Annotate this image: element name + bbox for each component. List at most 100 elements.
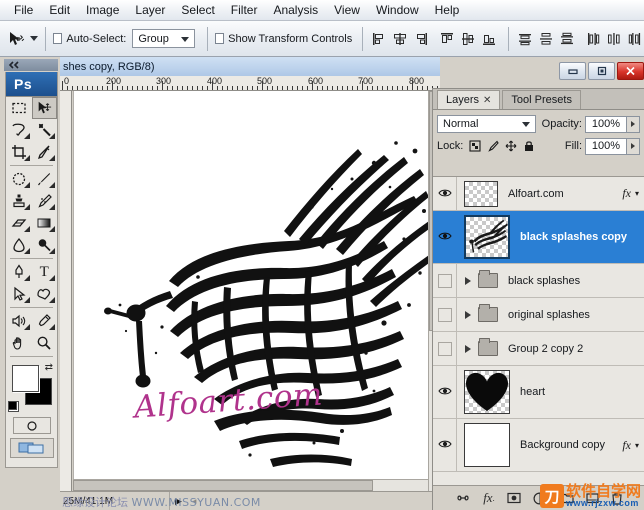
delete-layer-button[interactable] [611,492,623,505]
tool-pen[interactable] [6,261,32,283]
tool-spot-healing-brush[interactable] [6,168,32,190]
tool-audio-annotation[interactable] [6,310,32,332]
layer-list[interactable]: Alfoart.com fx ▾ [433,176,644,486]
menu-item-edit[interactable]: Edit [41,1,78,20]
tool-zoom[interactable] [32,332,58,354]
group-expand-arrow-icon[interactable] [465,345,471,353]
tool-move[interactable] [32,97,58,119]
layer-name[interactable]: Group 2 copy 2 [508,343,583,355]
menu-item-view[interactable]: View [326,1,368,20]
layer-thumbnail[interactable] [464,370,510,414]
tool-crop[interactable] [6,141,32,163]
eye-icon[interactable] [438,228,452,246]
eye-hidden-icon[interactable] [438,342,452,356]
eye-icon[interactable] [438,185,452,203]
layer-name[interactable]: black splashes [508,275,580,287]
align-left-edges-button[interactable] [370,30,388,48]
menu-item-filter[interactable]: Filter [223,1,266,20]
layer-name[interactable]: Alfoart.com [508,188,564,200]
opacity-input[interactable]: 100% [585,116,627,133]
distribute-horizontal-centers-button[interactable] [605,30,623,48]
chevron-down-icon[interactable]: ▾ [635,189,639,198]
close-icon[interactable]: ✕ [483,95,491,106]
tool-horizontal-type[interactable]: T [32,261,58,283]
opacity-slider-button[interactable] [627,116,640,133]
group-expand-arrow-icon[interactable] [465,311,471,319]
canvas-area[interactable]: Alfoart.com [73,91,428,510]
auto-select-scope-select[interactable]: Group [132,29,195,48]
menu-item-window[interactable]: Window [368,1,427,20]
tool-magic-wand[interactable] [32,119,58,141]
tool-custom-shape[interactable] [32,283,58,305]
layer-visibility-cell[interactable] [433,332,457,365]
layer-visibility-cell[interactable] [433,177,457,210]
status-secondary-arrow-icon[interactable]: ◂ [187,496,202,507]
blend-mode-select[interactable]: Normal [437,115,536,133]
new-group-button[interactable] [560,492,574,504]
minimize-button[interactable] [559,62,586,80]
eye-icon[interactable] [438,436,452,454]
lock-image-pixels-icon[interactable] [487,140,499,152]
add-layer-mask-button[interactable] [507,492,521,504]
layer-row-alfoart[interactable]: Alfoart.com fx ▾ [433,177,644,211]
new-layer-button[interactable] [586,492,599,504]
layer-row-original-splashes-group[interactable]: original splashes [433,298,644,332]
tool-lasso[interactable] [6,119,32,141]
menu-item-image[interactable]: Image [78,1,127,20]
lock-all-icon[interactable] [523,140,535,152]
layer-row-black-splashes-copy[interactable]: black splashes copy [433,211,644,264]
layer-effects-indicator[interactable]: fx ▾ [622,186,639,201]
tool-hand[interactable] [6,332,32,354]
align-right-edges-button[interactable] [412,30,430,48]
auto-select-checkbox[interactable] [53,33,62,44]
distribute-bottom-edges-button[interactable] [558,30,576,48]
horizontal-scroll-thumb[interactable] [73,480,373,491]
show-transform-controls-checkbox[interactable] [215,33,224,44]
distribute-left-edges-button[interactable] [584,30,602,48]
layer-row-heart[interactable]: heart [433,366,644,419]
add-layer-style-button[interactable]: fx. [483,490,494,506]
layer-thumbnail[interactable] [464,181,498,207]
tool-preset-chevron-down-icon[interactable] [30,36,38,41]
link-layers-button[interactable] [455,493,471,503]
layer-name[interactable]: black splashes copy [520,231,627,243]
default-colors-icon[interactable] [8,401,19,412]
layer-visibility-cell[interactable] [433,211,457,263]
layer-visibility-cell[interactable] [433,366,457,418]
tool-slice[interactable] [32,141,58,163]
tool-brush[interactable] [32,168,58,190]
align-vertical-centers-button[interactable] [459,30,477,48]
foreground-color-swatch[interactable] [12,365,39,392]
double-chevron-left-icon[interactable] [7,61,21,69]
eye-icon[interactable] [438,383,452,401]
tool-eraser[interactable] [6,212,32,234]
maximize-button[interactable] [588,62,615,80]
quick-mask-mode-button[interactable] [13,417,51,434]
tab-tool-presets[interactable]: Tool Presets [502,90,581,109]
layer-visibility-cell[interactable] [433,264,457,297]
menu-item-help[interactable]: Help [427,1,468,20]
menu-item-layer[interactable]: Layer [127,1,173,20]
tool-clone-stamp[interactable] [6,190,32,212]
swap-colors-icon[interactable]: ⇄ [45,362,53,373]
tool-path-selection[interactable] [6,283,32,305]
chevron-down-icon[interactable]: ▾ [635,441,639,450]
toolbox-dock-header[interactable] [4,59,58,71]
distribute-vertical-centers-button[interactable] [537,30,555,48]
status-menu-arrow-icon[interactable]: ▶ [170,496,187,507]
layer-thumbnail[interactable] [464,215,510,259]
menu-item-select[interactable]: Select [173,1,222,20]
tool-dodge[interactable] [32,234,58,256]
align-bottom-edges-button[interactable] [480,30,498,48]
tab-layers[interactable]: Layers ✕ [437,90,500,109]
active-tool-preset-picker[interactable] [6,24,38,54]
screen-mode-button[interactable] [10,438,54,458]
menu-item-file[interactable]: File [6,1,41,20]
layer-name[interactable]: Background copy [520,439,605,451]
layer-visibility-cell[interactable] [433,419,457,471]
layer-name[interactable]: heart [520,386,545,398]
tool-rectangular-marquee[interactable] [6,97,32,119]
eye-hidden-icon[interactable] [438,274,452,288]
tool-eyedropper[interactable] [32,310,58,332]
close-button[interactable] [617,62,644,80]
